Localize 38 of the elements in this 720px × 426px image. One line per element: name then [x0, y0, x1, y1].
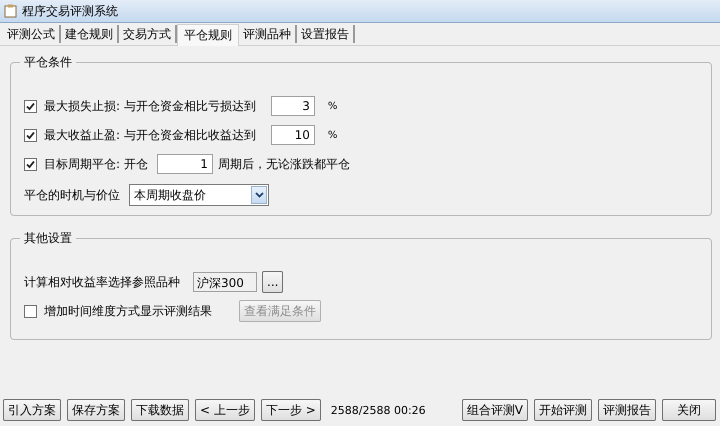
unit-label: % — [328, 130, 338, 140]
tab[interactable]: 设置报告 — [297, 25, 355, 43]
group-title: 其他设置 — [23, 230, 73, 247]
field-label: 平仓的时机与价位 — [24, 186, 120, 204]
checkbox[interactable] — [24, 304, 37, 318]
checkbox[interactable] — [24, 158, 37, 170]
input-field[interactable]: 1 — [156, 154, 213, 174]
progress-status: 2588/2588 00:26 — [330, 404, 426, 416]
rule-label: 目标周期平仓: 开仓 — [44, 156, 148, 172]
toolbar-button[interactable]: 开始评测 — [534, 399, 592, 421]
tab[interactable]: 建仓规则 — [61, 25, 119, 43]
dropdown[interactable]: 本周期收盘价 — [129, 184, 269, 206]
field-label: 计算相对收益率选择参照品种 — [24, 274, 180, 290]
browse-button[interactable]: ... — [262, 271, 284, 293]
toolbar-button[interactable]: 评测报告 — [598, 399, 656, 421]
toolbar-button[interactable]: < 上一步 — [195, 399, 255, 421]
group-title: 平仓条件 — [23, 54, 73, 71]
toolbar-button[interactable]: 下一步 > — [260, 399, 321, 421]
checkbox-label: 增加时间维度方式显示评测结果 — [44, 302, 212, 320]
tab[interactable]: 评测公式 — [3, 25, 61, 43]
rule-suffix: 周期后，无论涨跌都平仓 — [218, 156, 350, 172]
checkbox[interactable] — [24, 128, 37, 142]
checkbox[interactable] — [24, 100, 37, 112]
rule-label: 最大损失止损: 与开仓资金相比亏损达到 — [44, 98, 256, 114]
unit-label: % — [328, 100, 338, 112]
toolbar-button[interactable]: 引入方案 — [3, 399, 61, 421]
tab[interactable]: 评测品种 — [239, 25, 297, 43]
window-icon — [4, 4, 17, 18]
toolbar-button[interactable]: 保存方案 — [67, 399, 125, 421]
input-field[interactable]: 沪深300 — [193, 272, 257, 292]
window-title: 程序交易评测系统 — [22, 2, 118, 20]
input-field[interactable]: 10 — [270, 125, 315, 145]
input-field[interactable]: 3 — [270, 96, 315, 116]
rule-label: 最大收益止盈: 与开仓资金相比收益达到 — [44, 126, 256, 144]
toolbar-button[interactable]: 关闭 — [662, 399, 716, 421]
tab[interactable]: 平仓规则 — [177, 24, 239, 46]
toolbar-button[interactable]: 组合评测V — [462, 399, 528, 421]
toolbar-button[interactable]: 下载数据 — [131, 399, 189, 421]
